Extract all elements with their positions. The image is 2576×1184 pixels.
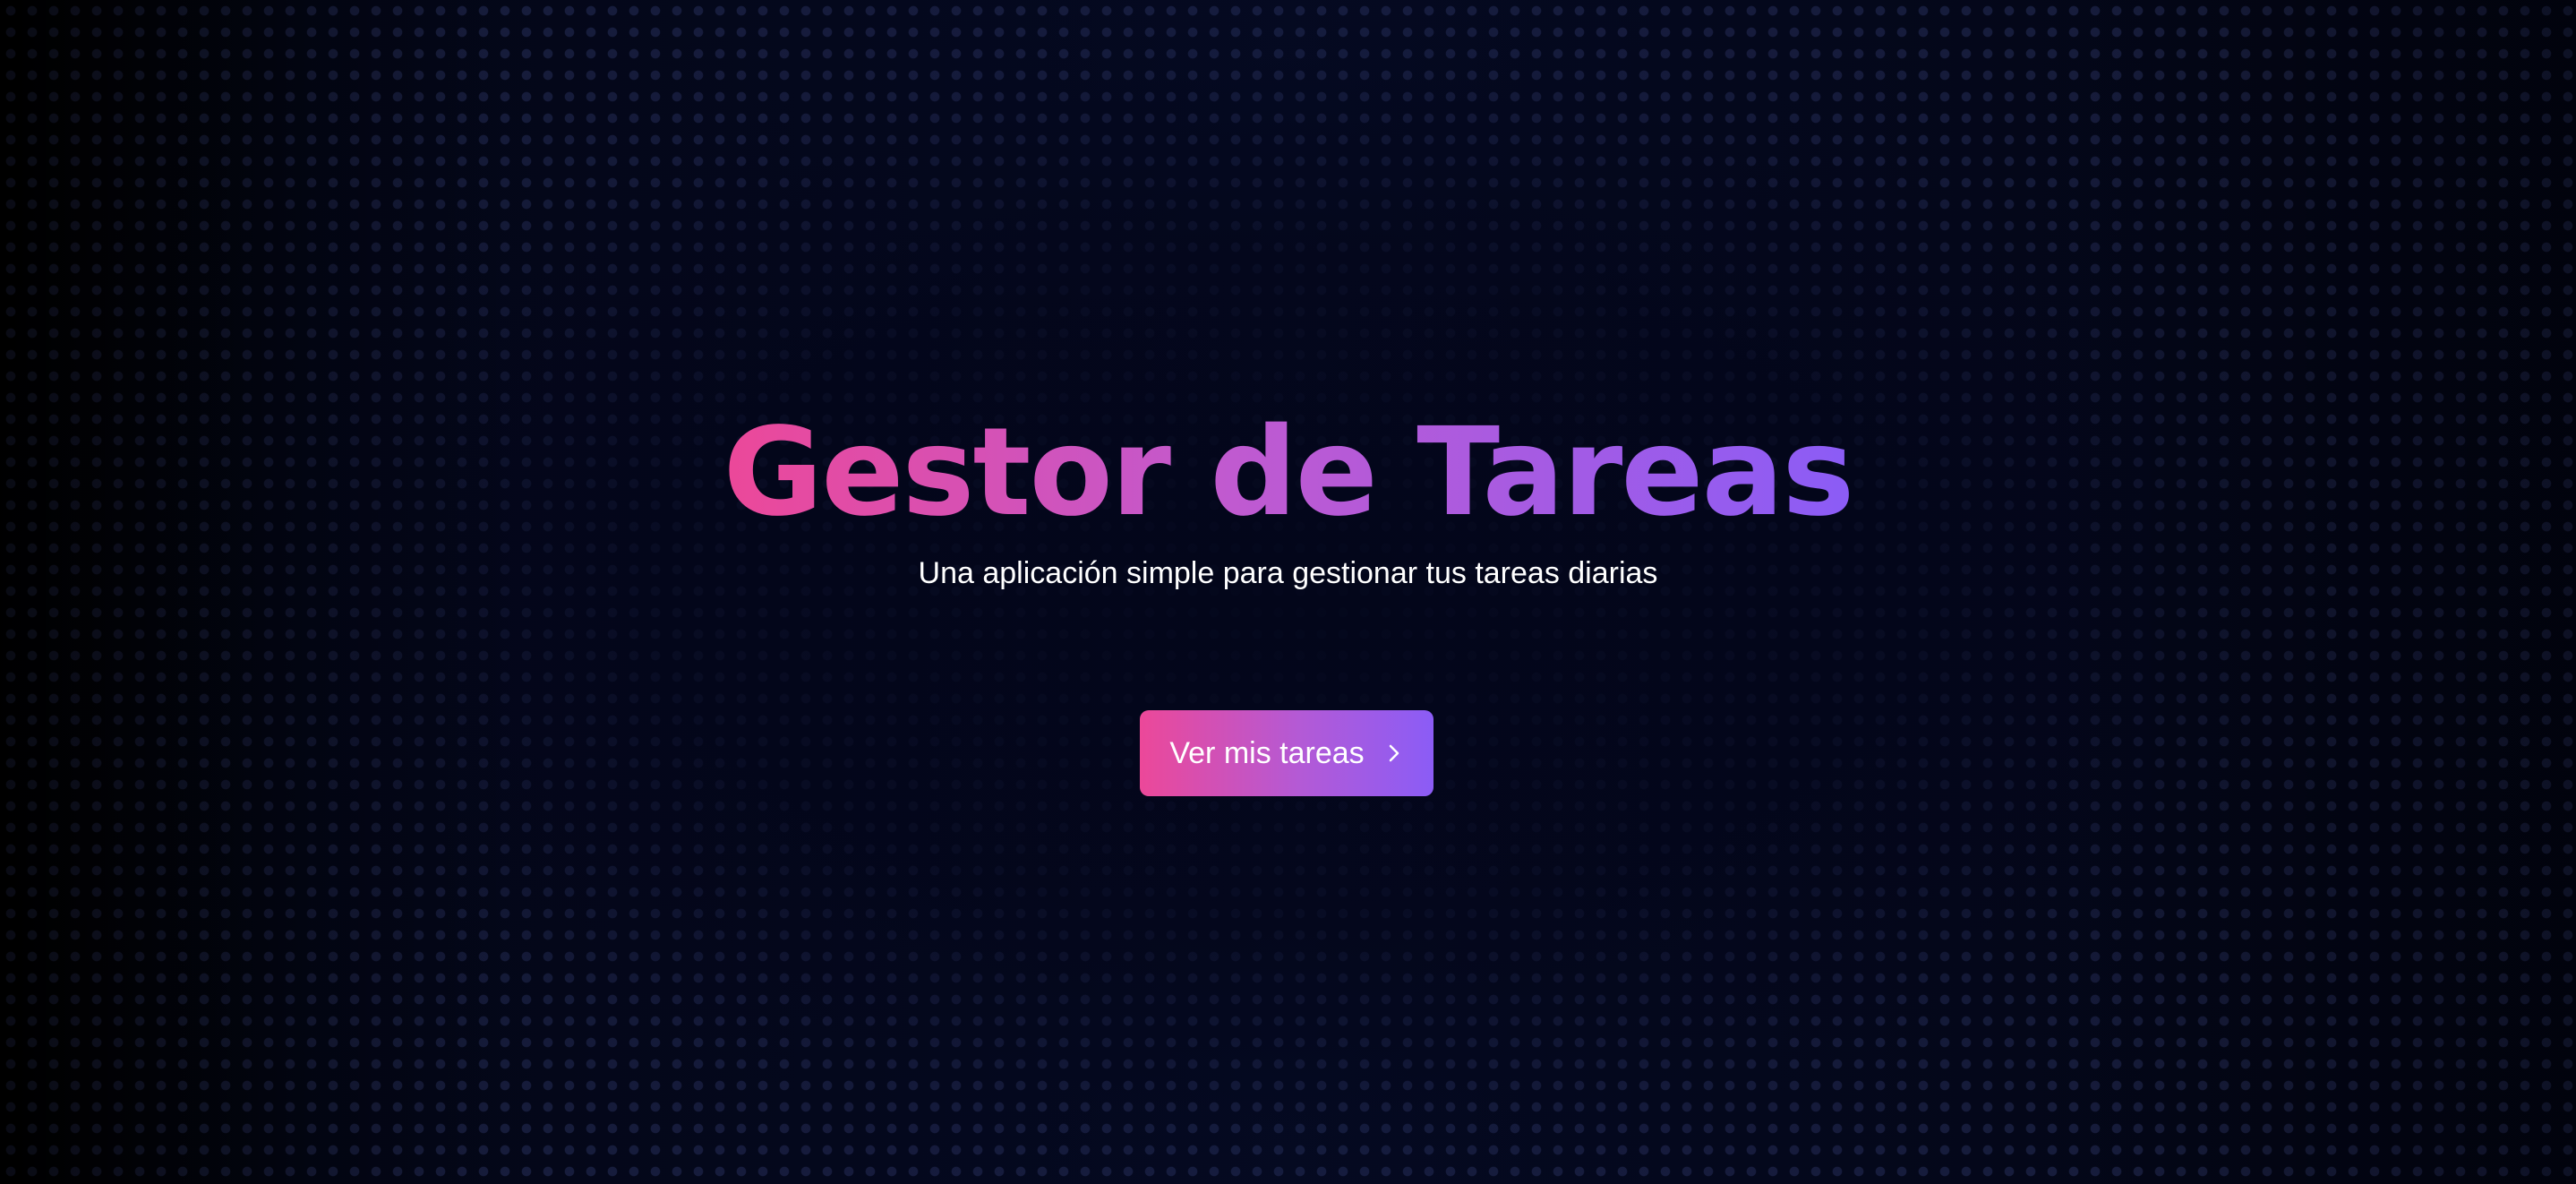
page-subtitle: Una aplicación simple para gestionar tus… (918, 556, 1658, 590)
page-title-text: Gestor de Tareas (723, 402, 1855, 544)
view-tasks-button-label: Ver mis tareas (1169, 735, 1365, 770)
landing-page: Gestor de Tareas Una aplicación simple p… (0, 0, 2576, 1184)
hero-section: Gestor de Tareas Una aplicación simple p… (0, 0, 2576, 1184)
chevron-right-icon (1384, 741, 1404, 766)
view-tasks-button[interactable]: Ver mis tareas (1140, 710, 1433, 796)
page-title: Gestor de Tareas (0, 401, 2576, 545)
